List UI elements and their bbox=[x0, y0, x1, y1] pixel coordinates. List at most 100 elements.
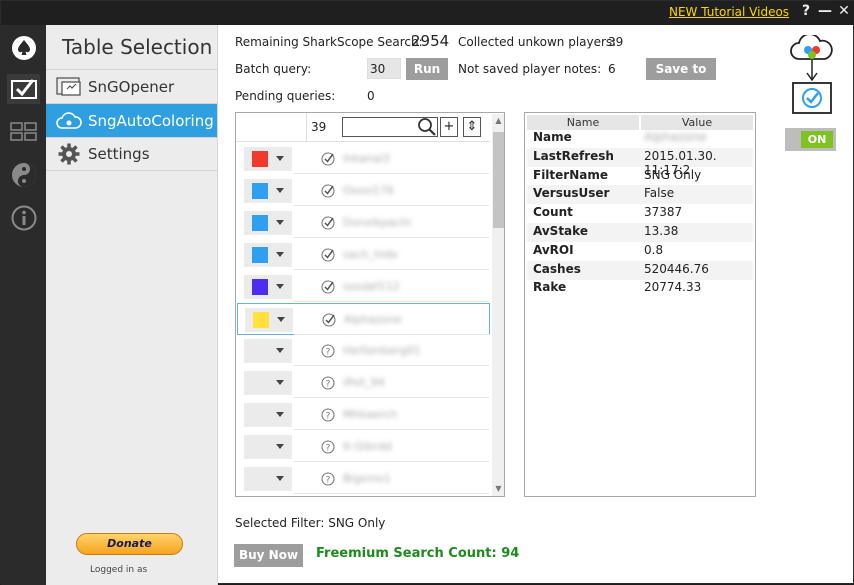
donate-button[interactable]: Donate bbox=[76, 533, 183, 555]
chevron-down-icon bbox=[276, 252, 284, 257]
svg-text:?: ? bbox=[326, 476, 331, 486]
property-value: 520446.76 bbox=[644, 261, 709, 276]
color-dropdown[interactable] bbox=[244, 179, 292, 203]
batch-query-input[interactable] bbox=[367, 58, 401, 79]
gear-icon bbox=[56, 143, 82, 165]
close-button[interactable]: ✕ bbox=[835, 3, 853, 19]
player-row[interactable]: Ososi176 bbox=[237, 175, 490, 207]
player-name: HeiSenberg01 bbox=[343, 344, 421, 357]
freemium-search-count: Freemium Search Count: 94 bbox=[316, 546, 520, 561]
color-dropdown[interactable] bbox=[244, 403, 292, 427]
player-name: Bigsmo1 bbox=[343, 472, 391, 485]
nav-item-sngautocoloring[interactable]: SngAutoColoring bbox=[46, 103, 217, 137]
property-value: 20774.33 bbox=[644, 280, 702, 295]
property-key: Cashes bbox=[533, 261, 581, 276]
chevron-down-icon bbox=[276, 444, 284, 449]
color-dropdown[interactable] bbox=[244, 467, 292, 491]
player-name: Ososi176 bbox=[343, 184, 394, 197]
chevron-down-icon bbox=[276, 348, 284, 353]
scroll-down-icon[interactable]: ▼ bbox=[494, 484, 503, 494]
color-swatch bbox=[253, 312, 269, 328]
player-name: sach_hide bbox=[343, 248, 398, 261]
color-dropdown[interactable] bbox=[245, 308, 293, 332]
title-bar: NEW Tutorial Videos ? — ✕ bbox=[1, 1, 854, 25]
color-dropdown[interactable] bbox=[244, 211, 292, 235]
row-divider bbox=[293, 269, 489, 270]
player-name: It-Gibrdd bbox=[343, 440, 392, 453]
yin-yang-icon[interactable] bbox=[7, 160, 40, 190]
color-dropdown[interactable] bbox=[244, 371, 292, 395]
nav-item-label: Settings bbox=[88, 145, 150, 163]
color-dropdown[interactable] bbox=[244, 243, 292, 267]
spade-icon[interactable] bbox=[7, 33, 40, 63]
unknown-status-icon: ? bbox=[321, 472, 335, 486]
unknown-status-icon: ? bbox=[321, 440, 335, 454]
color-dropdown[interactable] bbox=[244, 339, 292, 363]
property-value: 13.38 bbox=[644, 224, 679, 238]
selected-filter-label: Selected Filter: SNG Only bbox=[235, 516, 386, 530]
color-dropdown[interactable] bbox=[244, 275, 292, 299]
nav-item-sngopener[interactable]: SnGOpener bbox=[46, 69, 217, 103]
player-row[interactable]: Alphazone bbox=[237, 303, 490, 335]
color-swatch bbox=[252, 215, 268, 231]
player-name: sosdaf112 bbox=[343, 280, 400, 293]
unknown-status-icon: ? bbox=[321, 344, 335, 358]
player-row[interactable]: ? Mhbaerch bbox=[237, 399, 490, 431]
checked-status-icon bbox=[321, 184, 335, 198]
player-count: 39 bbox=[311, 120, 327, 134]
remaining-search-value: 2954 bbox=[411, 32, 450, 50]
svg-text:?: ? bbox=[326, 412, 331, 422]
minimize-button[interactable]: — bbox=[816, 3, 834, 19]
help-button[interactable]: ? bbox=[797, 3, 815, 19]
player-list-panel: 39 + ⇕ Inkanal3 Ososi176 Donxikpachi sach_h… bbox=[235, 112, 505, 497]
grid-icon[interactable] bbox=[7, 117, 40, 147]
value-column-header: Value bbox=[641, 115, 753, 130]
property-key: VersusUser bbox=[533, 186, 610, 201]
player-row[interactable]: ? Bigsmo1 bbox=[237, 463, 490, 495]
sort-button[interactable]: ⇕ bbox=[463, 117, 481, 137]
color-swatch bbox=[252, 183, 268, 199]
player-row[interactable]: sach_hide bbox=[237, 239, 490, 271]
player-properties-panel: Name Value Name Alphazone LastRefresh 2015.… bbox=[524, 112, 756, 497]
info-icon[interactable] bbox=[7, 203, 40, 233]
nav-item-settings[interactable]: Settings bbox=[46, 137, 217, 171]
save-to-ps-button[interactable]: Save to PS bbox=[646, 58, 716, 98]
checked-status-icon bbox=[321, 280, 335, 294]
property-key: AvStake bbox=[533, 224, 588, 238]
add-player-button[interactable]: + bbox=[440, 117, 458, 137]
run-button[interactable]: Run bbox=[406, 58, 448, 80]
property-value: 0.8 bbox=[644, 242, 664, 257]
color-dropdown[interactable] bbox=[244, 147, 292, 171]
table-selection-icon[interactable] bbox=[7, 74, 40, 104]
player-row[interactable]: ? It-Gibrdd bbox=[237, 431, 490, 463]
player-row[interactable]: sosdaf112 bbox=[237, 271, 490, 303]
scroll-up-icon[interactable]: ▲ bbox=[494, 116, 503, 126]
color-dropdown[interactable] bbox=[244, 435, 292, 459]
row-divider bbox=[293, 493, 489, 494]
property-key: Rake bbox=[533, 280, 567, 295]
row-divider bbox=[293, 429, 489, 430]
name-column-header: Name bbox=[527, 115, 639, 130]
batch-query-label: Batch query: bbox=[235, 62, 312, 76]
cloud-icon bbox=[56, 110, 82, 132]
chevron-down-icon bbox=[276, 284, 284, 289]
scroll-thumb[interactable] bbox=[493, 132, 504, 228]
player-list-scrollbar[interactable]: ▲ ▼ bbox=[492, 114, 504, 496]
svg-text:?: ? bbox=[326, 380, 331, 390]
color-swatch bbox=[252, 151, 268, 167]
player-row[interactable]: ? HeiSenberg01 bbox=[237, 335, 490, 367]
pending-queries-label: Pending queries: bbox=[235, 89, 336, 103]
property-value: False bbox=[644, 186, 675, 201]
buy-now-button[interactable]: Buy Now bbox=[234, 544, 303, 567]
player-row[interactable]: Inkanal3 bbox=[237, 143, 490, 175]
row-divider bbox=[293, 301, 489, 302]
search-icon[interactable] bbox=[417, 117, 437, 137]
tutorial-videos-link[interactable]: NEW Tutorial Videos bbox=[669, 5, 789, 19]
player-row[interactable]: ? iPoll_94 bbox=[237, 367, 490, 399]
row-divider bbox=[293, 461, 489, 462]
autocoloring-toggle[interactable]: ON bbox=[785, 128, 836, 151]
player-row[interactable]: Donxikpachi bbox=[237, 207, 490, 239]
checked-status-icon bbox=[321, 248, 335, 262]
remaining-search-label: Remaining SharkScope Search: bbox=[235, 35, 423, 49]
player-name: iPoll_94 bbox=[343, 376, 385, 389]
